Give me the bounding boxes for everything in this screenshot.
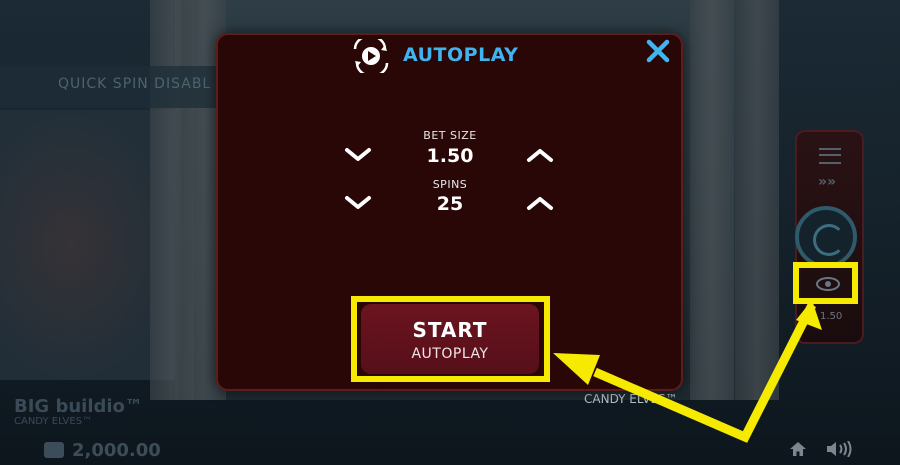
sound-icon[interactable] bbox=[826, 440, 856, 458]
bet-value-small: 1.50 bbox=[820, 311, 843, 322]
balance-value: 2,000.00 bbox=[72, 440, 161, 461]
bet-size-decrease-button[interactable] bbox=[343, 145, 373, 165]
fast-forward-icon[interactable]: »» bbox=[818, 174, 836, 190]
game-logo-small: CANDY ELVES™ bbox=[14, 416, 93, 427]
balance-icon bbox=[44, 442, 64, 458]
start-button-highlight bbox=[351, 296, 550, 382]
spin-button-icon[interactable] bbox=[795, 206, 857, 268]
home-icon[interactable] bbox=[790, 441, 806, 456]
spins-label: SPINS bbox=[432, 178, 468, 191]
background-art-left bbox=[0, 110, 175, 380]
background-pillar bbox=[735, 0, 779, 400]
spins-increase-button[interactable] bbox=[525, 193, 555, 213]
autoplay-icon-highlight bbox=[793, 262, 858, 304]
bet-size-label: BET SIZE bbox=[423, 129, 477, 142]
quick-spin-banner-text: QUICK SPIN DISABL bbox=[58, 76, 212, 92]
close-icon[interactable] bbox=[645, 38, 671, 64]
menu-icon[interactable] bbox=[819, 148, 841, 164]
background-pillar bbox=[690, 0, 734, 400]
game-name-label: CANDY ELVES™ bbox=[584, 392, 678, 406]
dialog-title: AUTOPLAY bbox=[403, 44, 519, 66]
spins-value: 25 bbox=[436, 193, 464, 215]
autoplay-icon bbox=[353, 39, 389, 73]
bet-size-increase-button[interactable] bbox=[525, 145, 555, 165]
bet-size-value: 1.50 bbox=[426, 145, 474, 167]
spins-decrease-button[interactable] bbox=[343, 193, 373, 213]
provider-logo: BIG buildio™ bbox=[14, 396, 143, 417]
